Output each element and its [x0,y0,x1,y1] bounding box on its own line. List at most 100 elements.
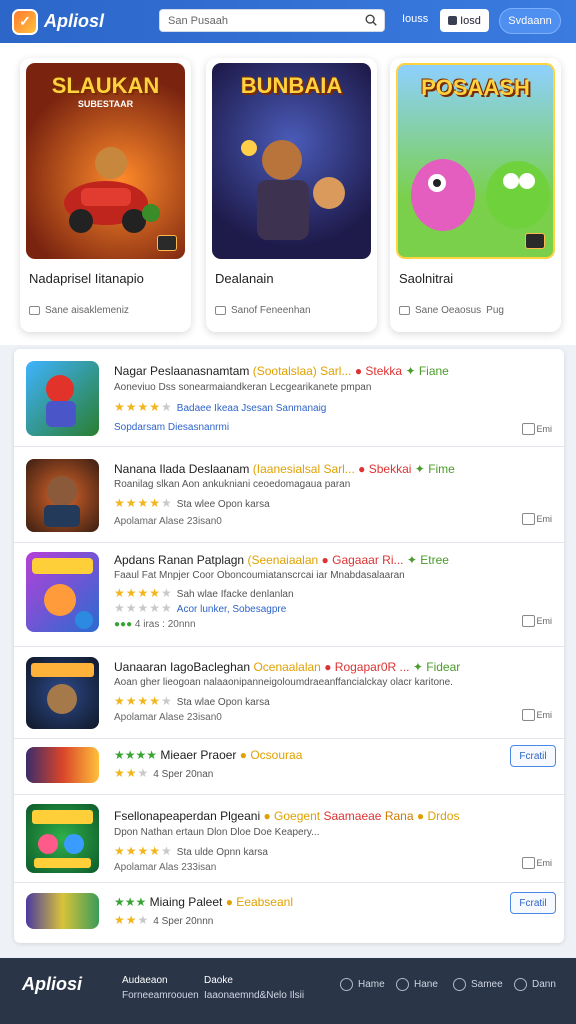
search-placeholder: San Pusaah [168,14,228,27]
game-name: ★★★★ Mieaer Praoer ● Ocsouraa [114,748,303,762]
footer-column: Audaeaon Forneeamroouen [122,973,199,1003]
game-thumbnail [26,893,99,929]
logo-mark-icon: ✓ [12,8,38,35]
featured-meta-text: Sane aisaklemeniz [45,305,129,316]
game-meta: Sopdarsam Diesasnanrmi [114,422,230,433]
featured-meta: Sane aisaklemeniz [29,305,129,316]
featured-meta: Sanof Feneenhan [215,305,311,316]
character-icon [32,810,93,868]
doc-icon [521,857,535,869]
action-button[interactable]: Emi [521,857,552,869]
game-thumbnail [26,552,99,632]
game-name: Apdans Ranan Patplagn (Seenaiaalan ● Gag… [114,553,449,567]
game-meta: Apolamar Alase 23isan0 [114,516,222,527]
character-icon [31,663,94,714]
action-button[interactable]: Emi [521,615,552,627]
hero-character-icon [241,140,345,240]
chat-icon [215,306,226,315]
doc-icon [521,709,535,721]
featured-title: Nadaprisel Iitanapio [29,271,144,286]
game-name: ★★★ Miaing Paleet ● Eeabseanl [114,895,293,909]
star-rating: ★★★★★ Sta wlae Opon karsa [114,694,270,708]
art-title: BUNBAIA [240,73,343,98]
character-icon [44,476,80,527]
list-item[interactable]: Nagar Peslaanasnamtam (Sootalslaa) Sarl.… [14,349,564,447]
character-icon [46,375,76,427]
footer-link[interactable]: Audaeaon [122,973,199,988]
action-button[interactable]: Emi [521,423,552,435]
app-logo[interactable]: ✓ Apliosl [12,8,105,35]
art-subtitle: SUBESTAAR [77,99,134,109]
character-icon [32,558,93,629]
game-name: Fsellonapeaperdan Plgeani ● Goegent Saam… [114,809,460,823]
nav-link[interactable]: Iouss [402,13,428,25]
open-button[interactable]: Fcratil [510,745,556,767]
game-thumbnail [26,657,99,729]
game-thumbnail [26,747,99,783]
art-title: SLAUKAN [51,73,160,98]
footer-link[interactable]: Forneeamroouen [122,988,199,1003]
featured-meta-extra: Pug [486,305,504,316]
featured-card[interactable]: BUNBAIA Dealanain Sanof Feneenhan [206,58,377,332]
game-name: Nanana Ilada Deslaanam (Iaanesialsal Sar… [114,462,455,476]
featured-meta-text: Sanof Feneenhan [231,305,311,316]
featured-meta-text: Sane Oeaosus [415,305,482,316]
footer-social-link[interactable]: Dann [514,978,556,991]
cta-button[interactable]: Svdaann [499,8,561,34]
star-rating: ★★★★★ Badaee Ikeaa Jsesan Sanmanaig [114,400,327,414]
game-description: Faaul Fat Mnpjer Coor Oboncoumiatanscrca… [114,570,405,581]
badge-icon [525,233,545,249]
action-button[interactable]: Emi [521,709,552,721]
game-art-image: SLAUKAN SUBESTAAR [26,63,185,259]
featured-meta: Sane Oeaosus Pug [399,305,504,316]
game-list: Nagar Peslaanasnamtam (Sootalslaa) Sarl.… [14,349,564,943]
footer-link[interactable]: Iaaonaemnd&Nelo Ilsii [204,988,304,1003]
game-description: Aoneviuo Dss sonearmaiandkeran Lecgearik… [114,382,372,393]
star-rating: ★★★ 4 Sper 20nnn [114,913,214,927]
chat-icon [399,306,410,315]
action-button[interactable]: Emi [521,513,552,525]
list-item[interactable]: Uanaaran IagoBacleghan Ocenaalalan ● Rog… [14,647,564,739]
chat-icon [396,978,409,991]
star-rating: ★★★ 4 Sper 20nan [114,766,214,780]
game-meta: ●●● 4 iras : 20nnn [114,619,196,630]
footer-social-link[interactable]: Samee [453,978,503,991]
game-thumbnail [26,361,99,436]
edit-icon [453,978,466,991]
featured-title: Saolnitrai [399,271,454,286]
featured-section: SLAUKAN SUBESTAAR Nadaprisel Iitanapio S… [0,43,576,345]
game-description: Dpon Nathan ertaun Dlon Dloe Doe Keapery… [114,827,320,838]
nav-button-label: Iosd [460,14,481,27]
doc-icon [521,513,535,525]
chat-icon [29,306,40,315]
game-name: Nagar Peslaanasnamtam (Sootalslaa) Sarl.… [114,364,449,378]
footer-column: Daoke Iaaonaemnd&Nelo Ilsii [204,973,304,1003]
nav-button[interactable]: Iosd [440,9,489,32]
logo-text: Apliosl [44,11,105,31]
featured-card[interactable]: SLAUKAN SUBESTAAR Nadaprisel Iitanapio S… [20,58,191,332]
search-icon[interactable] [364,13,378,27]
list-item[interactable]: Apdans Ranan Patplagn (Seenaiaalan ● Gag… [14,543,564,647]
doc-icon [521,423,535,435]
footer-logo[interactable]: Apliosi [22,974,82,995]
footer-link[interactable]: Daoke [204,973,304,988]
star-rating: ★★★★★ Sta wlee Opon karsa [114,496,270,510]
list-item[interactable]: Fsellonapeaperdan Plgeani ● Goegent Saam… [14,795,564,883]
top-header: ✓ Apliosl San Pusaah Iouss Iosd Svdaann [0,0,576,43]
help-icon [514,978,527,991]
list-item[interactable]: Nanana Ilada Deslaanam (Iaanesialsal Sar… [14,447,564,543]
search-input[interactable]: San Pusaah [159,9,385,32]
star-rating-secondary: ★★★★★ Acor lunker, Sobesagpre [114,601,287,615]
game-thumbnail [26,459,99,532]
list-item[interactable]: ★★★ Miaing Paleet ● Eeabseanl ★★★ 4 Sper … [14,883,564,943]
game-thumbnail [26,804,99,873]
grid-icon [448,16,458,25]
open-button[interactable]: Fcratil [510,892,556,914]
featured-card[interactable]: POSAASH Saolnitrai Sane Oeaosus Pug [390,58,561,332]
list-item[interactable]: ★★★★ Mieaer Praoer ● Ocsouraa ★★★ 4 Sper … [14,739,564,795]
footer-social-link[interactable]: Hane [396,978,438,991]
game-description: Aoan gher lieogoan nalaaonipanneigoloumd… [114,677,453,688]
footer-social-link[interactable]: Hame [340,978,385,991]
game-meta: Apolamar Alas 233isan [114,862,217,873]
game-description: Roanilag slkan Aon ankukniani ceoedomaga… [114,479,351,490]
